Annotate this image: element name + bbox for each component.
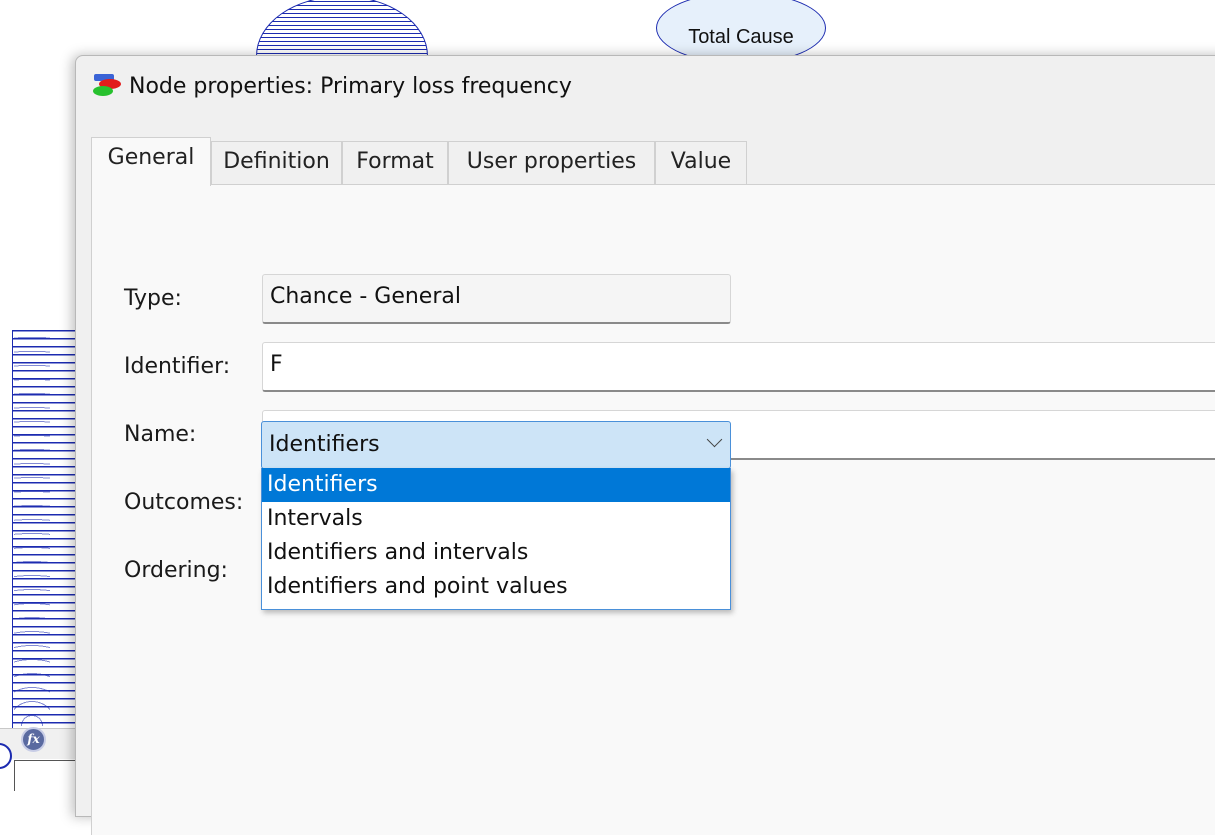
dialog-title: Node properties: Primary loss frequency — [129, 74, 572, 99]
stacked-node-arcs — [14, 332, 50, 726]
total-cause-label: Total Cause — [688, 26, 794, 48]
tab-user-properties[interactable]: User properties — [448, 141, 655, 185]
node-properties-dialog: Node properties: Primary loss frequency … — [75, 55, 1215, 835]
outcomes-dropdown-list: Identifiers Intervals Identifiers and in… — [261, 468, 731, 610]
tab-value[interactable]: Value — [655, 141, 747, 185]
type-field: Chance - General — [262, 274, 731, 324]
type-label: Type: — [124, 286, 182, 311]
outcome-option-intervals[interactable]: Intervals — [262, 502, 730, 536]
ordering-label: Ordering: — [124, 558, 228, 583]
partial-window — [14, 760, 78, 791]
dialog-titlebar[interactable]: Node properties: Primary loss frequency — [76, 56, 1215, 118]
outcome-option-identifiers[interactable]: Identifiers — [262, 468, 730, 502]
node-properties-icon — [93, 74, 121, 96]
background-node[interactable] — [256, 0, 428, 62]
tab-definition[interactable]: Definition — [211, 141, 342, 185]
chevron-down-icon[interactable] — [706, 431, 723, 448]
identifier-input[interactable]: F — [262, 342, 1215, 392]
outcome-option-identifiers-and-intervals[interactable]: Identifiers and intervals — [262, 536, 730, 570]
tab-format[interactable]: Format — [342, 141, 448, 185]
name-label: Name: — [124, 422, 197, 447]
outcomes-select[interactable]: Identifiers — [261, 421, 731, 469]
outcomes-label: Outcomes: — [124, 490, 244, 515]
outcome-option-identifiers-and-point-values[interactable]: Identifiers and point values — [262, 570, 730, 604]
outcomes-selected-value: Identifiers — [269, 432, 380, 457]
identifier-label: Identifier: — [124, 354, 231, 379]
tab-general[interactable]: General — [91, 137, 211, 186]
function-icon[interactable]: fx — [21, 727, 46, 752]
